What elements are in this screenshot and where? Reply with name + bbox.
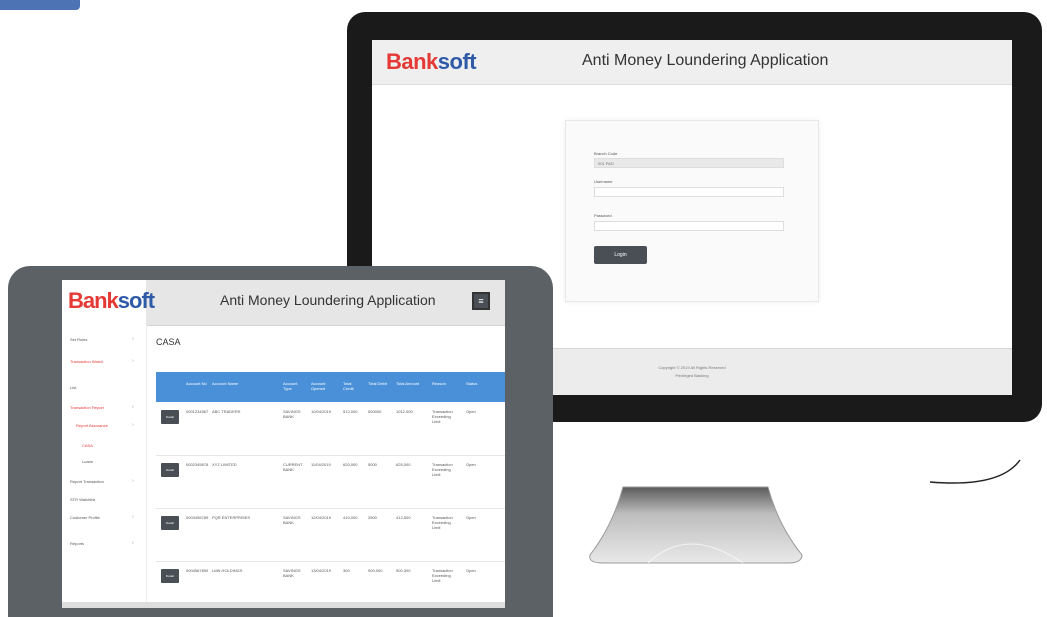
menu-icon[interactable]: ≡	[472, 292, 490, 310]
detail-button[interactable]: Detail	[161, 569, 179, 583]
cell-opened: 11/04/2019	[311, 462, 331, 467]
cell-credit: 620,000	[343, 462, 358, 467]
cell-credit: 512,000	[343, 409, 358, 414]
cell-opened: 13/04/2019	[311, 568, 332, 573]
column-header: Account No	[186, 381, 207, 386]
sidebar-item-set-rules[interactable]: Set Rules	[70, 337, 87, 342]
sidebar-item-casa[interactable]: CASA	[82, 443, 93, 448]
cell-status: Open	[466, 409, 476, 414]
cell-amount: 412,500	[396, 515, 411, 520]
tablet-logo-box: Banksoft	[62, 280, 155, 325]
password-label: Password	[594, 213, 612, 218]
tablet-header: Banksoft Anti Money Loundering Applicati…	[62, 280, 505, 326]
sidebar-item-reports[interactable]: Reports	[70, 541, 84, 546]
chevron-down-icon: ›	[132, 336, 134, 342]
cell-debit: 5000	[368, 462, 377, 467]
sidebar-item-transaction-report[interactable]: Transaction Report	[70, 405, 104, 410]
cell-amount: 900,300	[396, 568, 411, 573]
table-row[interactable]: Detail 0001234567 ABC TRADERS SAVINGS BA…	[156, 402, 505, 456]
sidebar-item-report-assurance[interactable]: Report Assurance	[76, 423, 108, 428]
chevron-down-icon: ›	[132, 422, 134, 428]
column-header: Status	[466, 381, 478, 386]
sidebar-item-report-transaction[interactable]: Report Transaction	[70, 479, 104, 484]
desktop-header: Banksoft Anti Money Loundering Applicati…	[372, 40, 1012, 85]
cell-status: Open	[466, 515, 476, 520]
detail-button[interactable]: Detail	[161, 410, 179, 424]
branch-code-label: Branch Code	[594, 151, 618, 156]
cell-account-no: 0001234567	[186, 409, 209, 414]
cell-opened: 12/04/2019	[311, 515, 332, 520]
detail-button[interactable]: Detail	[161, 516, 179, 530]
desktop-logo: Banksoft	[386, 49, 477, 74]
cell-account-no: 0003456789	[186, 515, 209, 520]
cell-credit: 300	[343, 568, 350, 573]
column-header: Total Amount	[396, 381, 420, 386]
cell-opened: 10/04/2019	[311, 409, 332, 414]
cell-account-no: 0002345678	[186, 462, 209, 467]
cell-account-type: SAVINGS BANK	[283, 409, 301, 419]
chevron-down-icon: ›	[132, 404, 134, 410]
table-header: Account No Account Name Account Type Acc…	[156, 372, 505, 402]
chevron-down-icon: ›	[132, 358, 134, 364]
tablet-sidebar: Set Rules › Transaction Watch › List Tra…	[62, 325, 147, 608]
table-row[interactable]: Detail 0004567890 LMN HOLDINGS SAVINGS B…	[156, 561, 505, 608]
tablet-logo: Banksoft	[68, 288, 155, 313]
monitor-swoosh	[929, 459, 1021, 484]
cell-status: Open	[466, 568, 476, 573]
username-label: Username	[594, 179, 613, 184]
cell-account-name: PQR ENTERPRISES	[212, 515, 251, 520]
chevron-down-icon: ›	[132, 540, 134, 546]
page-title: CASA	[156, 337, 181, 347]
column-header: Total Debit	[368, 381, 387, 386]
column-header: Account Name	[212, 381, 239, 386]
column-header: Total Credit	[343, 381, 354, 391]
monitor-stand	[589, 486, 803, 564]
table-row[interactable]: Detail 0003456789 PQR ENTERPRISES SAVING…	[156, 508, 505, 562]
cell-account-name: LMN HOLDINGS	[212, 568, 243, 573]
cell-account-type: CURRENT BANK	[283, 462, 303, 472]
cell-account-name: XYZ LIMITED	[212, 462, 237, 467]
brand-bar-fragment	[0, 0, 80, 10]
sidebar-item-str-watchlist[interactable]: STR Watchlist	[70, 497, 95, 502]
cell-account-type: SAVINGS BANK	[283, 568, 301, 578]
login-card: Branch Code 001 PAD Username Password Lo…	[565, 120, 819, 302]
column-header: Account Type	[283, 381, 298, 391]
cell-account-name: ABC TRADERS	[212, 409, 241, 414]
detail-button[interactable]: Detail	[161, 463, 179, 477]
sidebar-item-list[interactable]: List	[70, 385, 76, 390]
cell-debit: 2500	[368, 515, 377, 520]
cell-amount: 625,000	[396, 462, 411, 467]
cell-reason: Transaction Exceeding Limit	[432, 462, 453, 477]
cell-reason: Transaction Exceeding Limit	[432, 515, 453, 530]
chevron-down-icon: ›	[132, 514, 134, 520]
cell-debit: 500000	[368, 409, 382, 414]
desktop-app-title: Anti Money Loundering Application	[582, 52, 829, 69]
cell-status: Open	[466, 462, 476, 467]
tablet-screen: Banksoft Anti Money Loundering Applicati…	[62, 280, 505, 608]
horizontal-scrollbar[interactable]	[62, 602, 505, 608]
column-header: Reason	[432, 381, 446, 386]
cell-credit: 410,000	[343, 515, 358, 520]
username-field[interactable]	[594, 187, 784, 197]
cell-reason: Transaction Exceeding Limit	[432, 409, 453, 424]
tablet-app-title: Anti Money Loundering Application	[220, 292, 436, 308]
branch-code-field[interactable]: 001 PAD	[594, 158, 784, 168]
cell-account-no: 0004567890	[186, 568, 209, 573]
cell-reason: Transaction Exceeding Limit	[432, 568, 453, 583]
sidebar-item-customer-profile[interactable]: Customer Profile	[70, 515, 100, 520]
column-header: Account Opened	[311, 381, 326, 391]
table-row[interactable]: Detail 0002345678 XYZ LIMITED CURRENT BA…	[156, 455, 505, 509]
sidebar-item-loans[interactable]: Loans	[82, 459, 93, 464]
cell-debit: 900,000	[368, 568, 383, 573]
cell-amount: 1012,000	[396, 409, 413, 414]
sidebar-item-transaction-watch[interactable]: Transaction Watch	[70, 359, 103, 364]
password-field[interactable]	[594, 221, 784, 231]
cell-account-type: SAVINGS BANK	[283, 515, 301, 525]
login-button[interactable]: Login	[594, 246, 647, 264]
chevron-down-icon: ›	[132, 478, 134, 484]
